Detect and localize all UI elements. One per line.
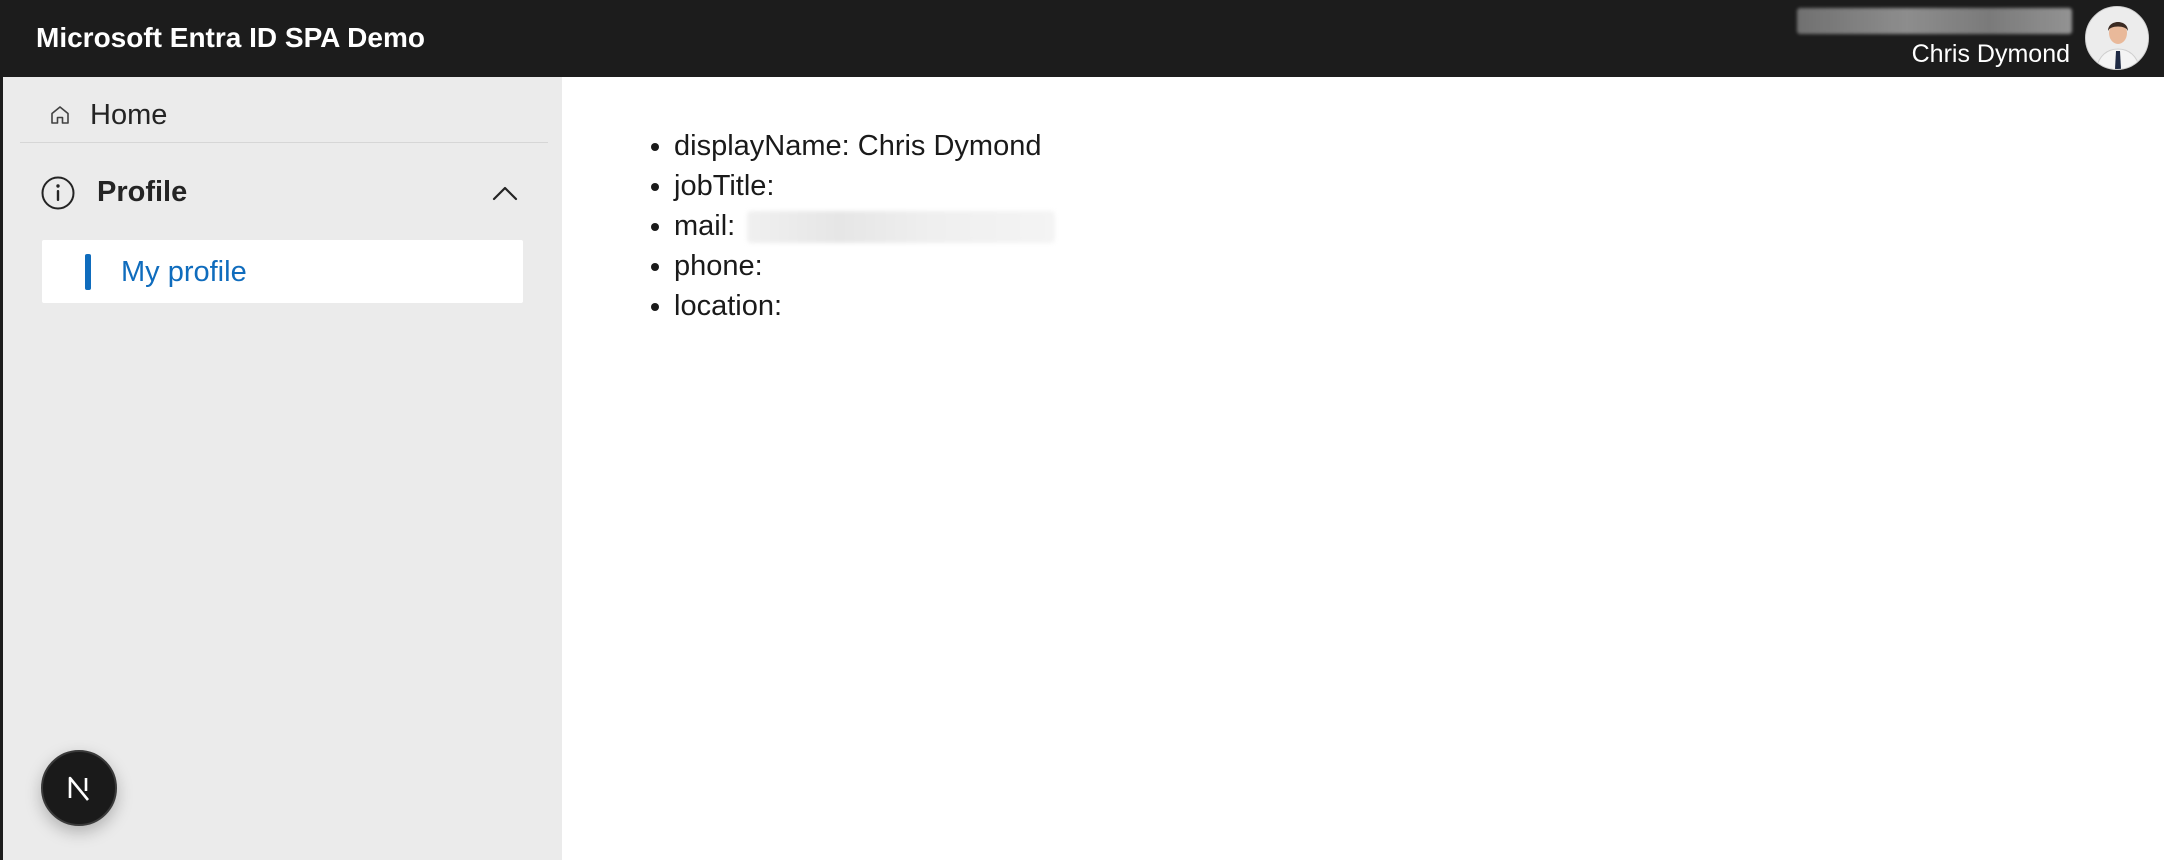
redacted-user-email [1797,8,2072,34]
user-display-name: Chris Dymond [1911,40,2070,68]
nextjs-dev-badge[interactable] [41,750,117,826]
sidebar-item-label: Home [90,99,168,131]
app-root: Microsoft Entra ID SPA Demo Chris Dymond… [0,0,2164,860]
list-item-location: location: [674,286,1055,326]
sidebar-group-profile[interactable]: Profile [20,163,548,223]
field-label: location: [674,290,783,322]
field-label: mail: [674,210,736,242]
user-avatar[interactable] [2085,6,2149,70]
list-item-job-title: jobTitle: [674,166,1055,206]
sidebar-item-label: My profile [121,256,247,288]
top-header: Microsoft Entra ID SPA Demo Chris Dymond [0,0,2164,77]
person-avatar-icon [2086,7,2148,69]
home-icon [51,106,69,124]
info-icon [41,176,75,210]
profile-details-list: displayName: Chris Dymond jobTitle: mail… [562,126,1056,326]
active-indicator [85,254,91,290]
app-title: Microsoft Entra ID SPA Demo [36,22,425,53]
list-item-display-name: displayName: Chris Dymond [674,126,1055,166]
field-label: displayName: [674,130,850,162]
chevron-up-icon[interactable] [491,181,519,205]
nextjs-logo-icon [68,776,90,801]
sidebar-nav: Home Profile My profile [0,77,562,860]
list-item-phone: phone: [674,246,1055,286]
list-item-mail: mail: [674,206,1056,246]
sidebar-item-home[interactable]: Home [20,91,548,143]
sidebar-item-my-profile[interactable]: My profile [42,240,523,303]
field-label: phone: [674,250,763,282]
field-value: Chris Dymond [857,130,1042,162]
redacted-mail-value [747,211,1056,244]
field-label: jobTitle: [674,170,775,202]
sidebar-group-label: Profile [97,176,188,208]
main-content: displayName: Chris Dymond jobTitle: mail… [562,77,2164,860]
